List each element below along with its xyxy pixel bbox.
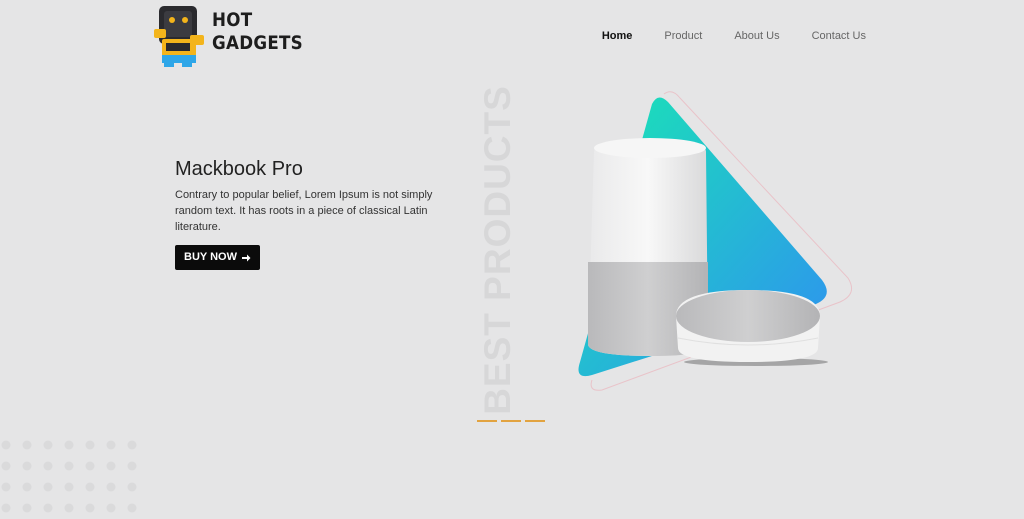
brand-logo[interactable]: HOT GADGETS <box>152 5 303 67</box>
decorative-dot <box>1 461 11 471</box>
decorative-dot <box>106 503 116 513</box>
decorative-dot <box>64 461 74 471</box>
decorative-dot <box>106 482 116 492</box>
decorative-dot <box>64 482 74 492</box>
decorative-dot-grid <box>1 440 137 513</box>
brand-line-2: GADGETS <box>212 32 303 54</box>
decorative-dot <box>106 461 116 471</box>
brand-wordmark: HOT GADGETS <box>212 9 303 55</box>
decorative-dot <box>43 503 53 513</box>
robot-logo-icon <box>154 6 204 67</box>
decorative-dot <box>85 461 95 471</box>
decorative-dot <box>127 482 137 492</box>
vertical-heading-text: BEST PRODUCTS <box>477 85 518 415</box>
decorative-dot <box>22 482 32 492</box>
buy-now-label: BUY NOW <box>184 251 237 263</box>
nav-home[interactable]: Home <box>602 29 633 43</box>
decorative-dot <box>1 440 11 450</box>
main-nav: Home Product About Us Contact Us <box>570 29 866 43</box>
product-image <box>578 91 853 391</box>
decorative-dot <box>64 440 74 450</box>
hero-title: Mackbook Pro <box>175 158 303 180</box>
decorative-dot <box>127 503 137 513</box>
decorative-dot <box>22 440 32 450</box>
nav-about-us[interactable]: About Us <box>734 29 779 43</box>
decorative-dot <box>64 503 74 513</box>
decorative-dot <box>85 503 95 513</box>
decorative-dot <box>1 503 11 513</box>
decorative-dot <box>43 440 53 450</box>
decorative-dot <box>85 440 95 450</box>
decorative-dot <box>43 461 53 471</box>
decorative-dot <box>1 482 11 492</box>
decorative-dot <box>85 482 95 492</box>
slider-indicator-3[interactable] <box>525 420 545 422</box>
decorative-dot <box>22 461 32 471</box>
decorative-dot <box>22 503 32 513</box>
decorative-dot <box>43 482 53 492</box>
arrow-right-icon <box>241 254 251 261</box>
decorative-dot <box>106 440 116 450</box>
brand-line-1: HOT <box>212 9 253 31</box>
slider-indicator-1[interactable] <box>477 420 497 422</box>
slider-indicator-2[interactable] <box>501 420 521 422</box>
decorative-dot <box>127 461 137 471</box>
nav-contact-us[interactable]: Contact Us <box>812 29 866 43</box>
hero-description: Contrary to popular belief, Lorem Ipsum … <box>175 189 433 233</box>
buy-now-button[interactable]: BUY NOW <box>175 245 260 270</box>
decorative-dot <box>127 440 137 450</box>
slider-indicators <box>477 420 545 422</box>
vertical-heading: BEST PRODUCTS <box>468 85 528 415</box>
nav-product[interactable]: Product <box>664 29 702 43</box>
